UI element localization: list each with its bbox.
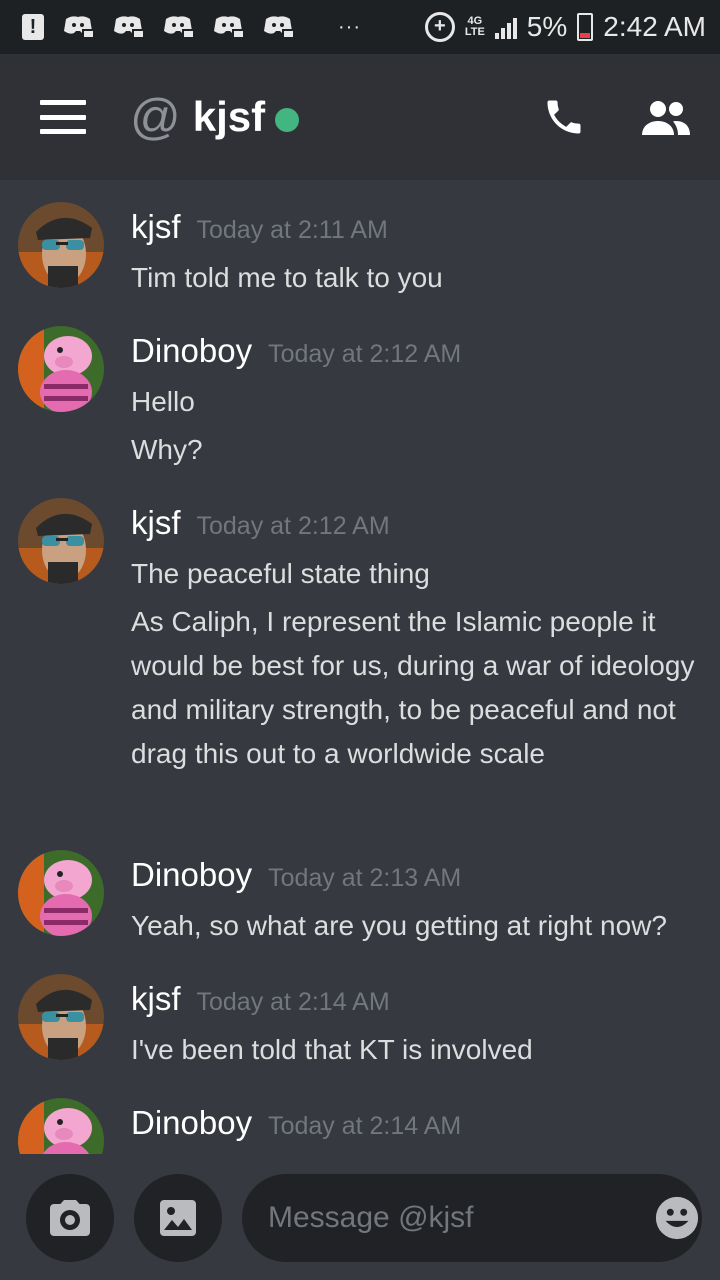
message-text: Tim told me to talk to you (131, 262, 443, 293)
message-author[interactable]: Dinoboy (131, 332, 252, 370)
battery-percent: 5% (526, 11, 568, 42)
message-timestamp: Today at 2:13 AM (268, 864, 462, 892)
emoji-picker-icon[interactable] (654, 1195, 700, 1241)
image-upload-button[interactable] (134, 1174, 222, 1262)
at-icon: @ (130, 89, 181, 145)
message-text: I've been told that KT is involved (131, 1034, 533, 1065)
message-text: Hello (131, 386, 195, 417)
message-text: The peaceful state thing (131, 558, 430, 589)
dinoboy-avatar[interactable] (18, 850, 104, 936)
message-author[interactable]: kjsf (131, 504, 181, 542)
discord-notification-icon (112, 15, 144, 39)
members-icon[interactable] (640, 97, 692, 137)
kjsf-avatar[interactable] (18, 974, 104, 1060)
message-author[interactable]: kjsf (131, 208, 181, 246)
message-timestamp: Today at 2:14 AM (196, 988, 390, 1016)
discord-notification-icon (162, 15, 194, 39)
message-list[interactable]: kjsf Today at 2:11 AM Tim told me to tal… (0, 180, 720, 1154)
data-saver-icon: + (424, 12, 455, 42)
image-icon (160, 1200, 196, 1236)
more-notifications-icon: ··· (338, 15, 361, 38)
dm-recipient-name: kjsf (192, 93, 266, 140)
message-timestamp: Today at 2:12 AM (268, 340, 462, 368)
message-author[interactable]: kjsf (131, 980, 181, 1018)
message-timestamp: Today at 2:11 AM (196, 216, 388, 244)
message-text: Why? (131, 434, 203, 465)
message-composer (0, 1154, 720, 1280)
battery-icon (577, 13, 594, 41)
kjsf-avatar[interactable] (18, 498, 104, 584)
signal-icon (494, 15, 517, 39)
message-timestamp: Today at 2:14 AM (268, 1112, 462, 1140)
message-text: As Caliph, I represent the Islamic peopl… (131, 606, 695, 769)
alert-icon: ! (22, 14, 44, 40)
message-timestamp: Today at 2:12 AM (196, 512, 390, 540)
message-text: Yeah, so what are you getting at right n… (131, 910, 667, 941)
clock: 2:42 AM (603, 11, 706, 42)
discord-notification-icon (62, 15, 94, 39)
kjsf-avatar[interactable] (18, 202, 104, 288)
status-bar: ! ··· + 4G LTE 5% 2:42 AM (0, 0, 720, 54)
message-author[interactable]: Dinoboy (131, 856, 252, 894)
network-type-icon: 4G LTE (464, 15, 485, 38)
camera-button[interactable] (26, 1174, 114, 1262)
message-input-wrapper[interactable] (242, 1174, 702, 1262)
hamburger-menu-icon[interactable] (40, 100, 86, 134)
camera-icon (50, 1200, 90, 1236)
discord-notification-icon (262, 15, 294, 39)
phone-call-icon[interactable] (542, 95, 586, 139)
discord-notification-icon (212, 15, 244, 39)
dinoboy-avatar[interactable] (18, 326, 104, 412)
dinoboy-avatar[interactable] (18, 1098, 104, 1154)
message-input[interactable] (268, 1201, 654, 1235)
message-author[interactable]: Dinoboy (131, 1104, 252, 1142)
channel-header: @ kjsf (0, 54, 720, 180)
online-status-indicator (275, 108, 300, 132)
